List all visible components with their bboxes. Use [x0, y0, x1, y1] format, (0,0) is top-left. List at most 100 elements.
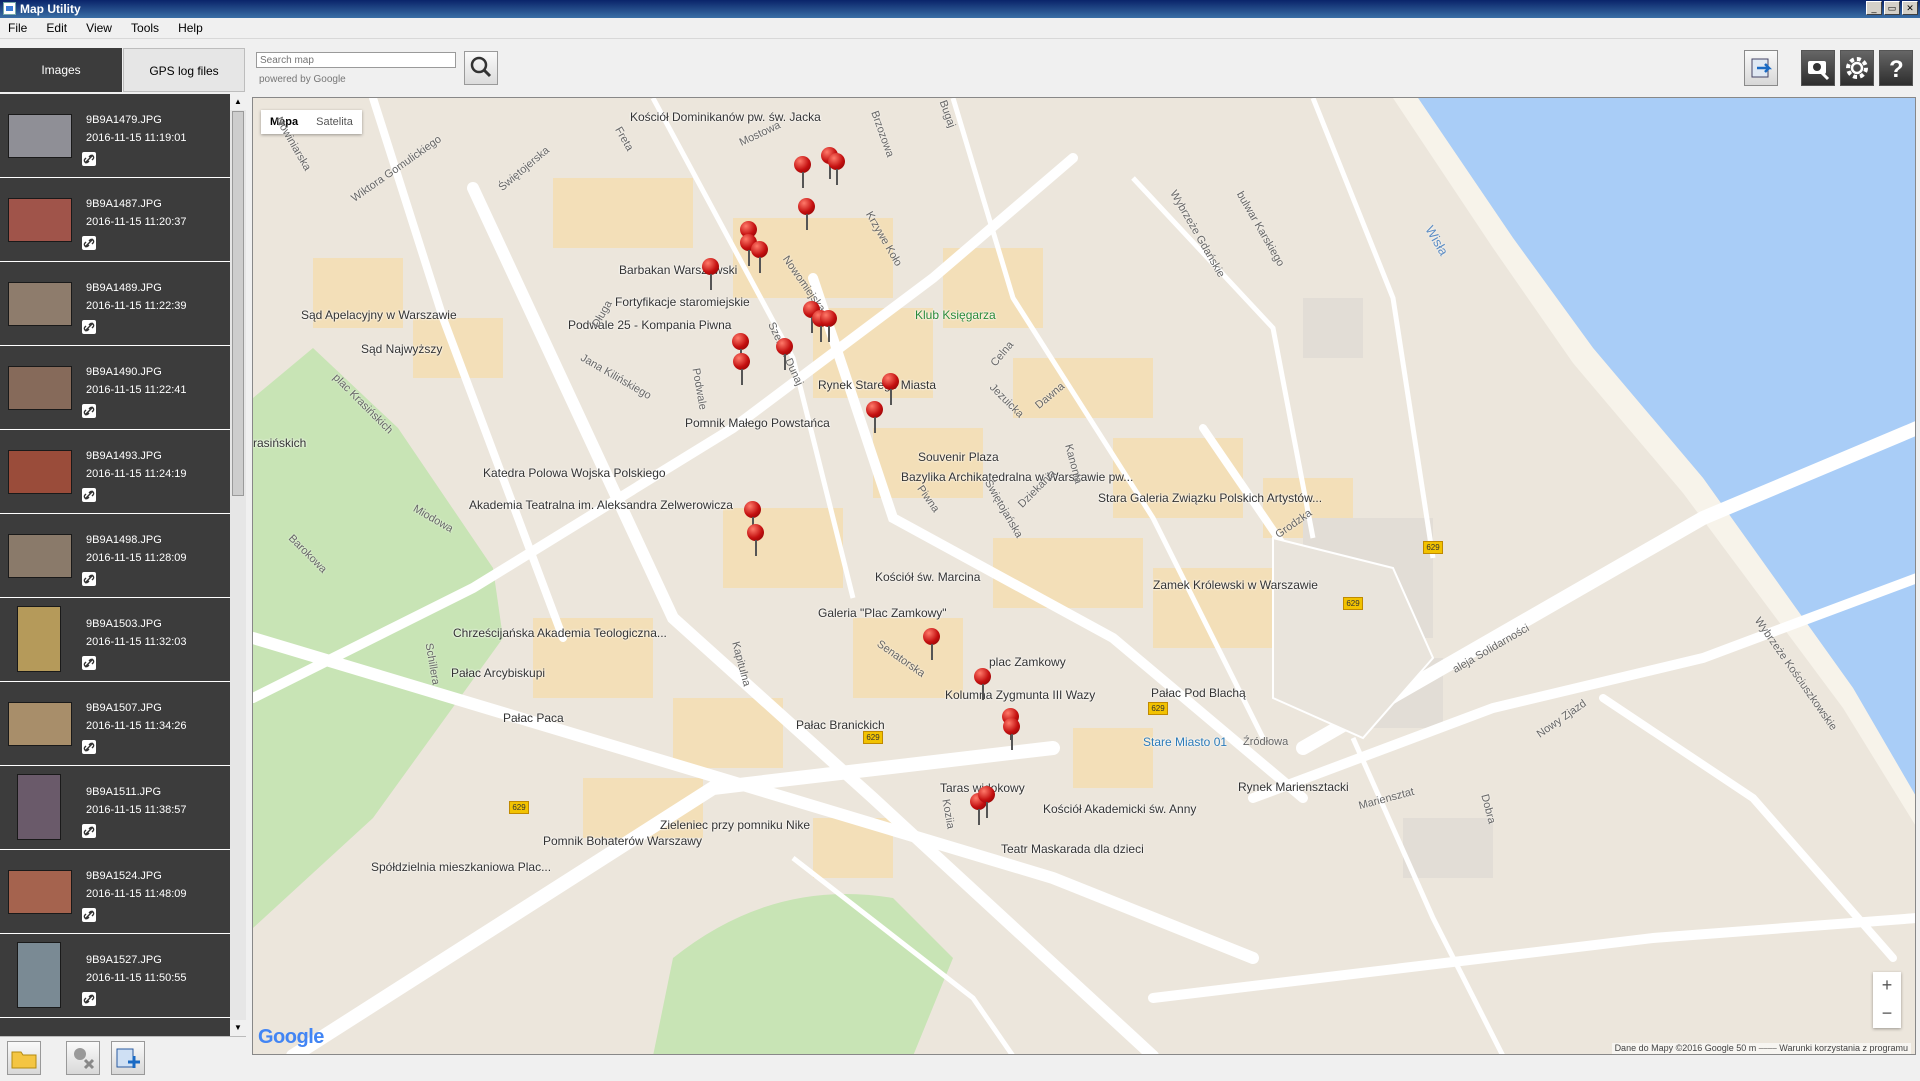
- photo-location-pin[interactable]: [746, 524, 766, 558]
- help-icon: ?: [1889, 56, 1904, 83]
- image-timestamp: 2016-11-15 11:34:26: [86, 720, 187, 732]
- photo-location-pin[interactable]: [819, 310, 839, 344]
- geotag-link-icon[interactable]: [82, 320, 96, 334]
- image-list-item[interactable]: 9B9A1503.JPG 2016-11-15 11:32:03: [0, 598, 230, 682]
- photo-location-pin[interactable]: [775, 338, 795, 372]
- search-input[interactable]: [256, 52, 456, 68]
- close-button[interactable]: ✕: [1902, 1, 1918, 15]
- gear-icon: [1846, 57, 1868, 79]
- image-list-scrollbar[interactable]: ▲ ▼: [230, 94, 246, 1036]
- image-timestamp: 2016-11-15 11:50:55: [86, 972, 187, 984]
- menu-tools[interactable]: Tools: [123, 18, 167, 38]
- image-list-panel: 9B9A1479.JPG 2016-11-15 11:19:01 9B9A1487.…: [0, 94, 246, 1036]
- powered-by-label: powered by Google: [259, 74, 346, 85]
- geotag-link-icon[interactable]: [82, 404, 96, 418]
- image-list-item[interactable]: 9B9A1507.JPG 2016-11-15 11:34:26: [0, 682, 230, 766]
- open-folder-button[interactable]: [7, 1041, 41, 1075]
- photo-location-pin[interactable]: [922, 628, 942, 662]
- menu-help[interactable]: Help: [170, 18, 211, 38]
- geotag-link-icon[interactable]: [82, 992, 96, 1006]
- photo-location-pin[interactable]: [827, 153, 847, 187]
- geotag-link-icon[interactable]: [82, 236, 96, 250]
- map-type-satellite-button[interactable]: Satelita: [307, 110, 362, 134]
- image-thumbnail: [17, 942, 61, 1008]
- minimize-button[interactable]: _: [1866, 1, 1882, 15]
- image-filename: 9B9A1479.JPG: [86, 114, 162, 126]
- menu-bar: File Edit View Tools Help: [0, 18, 1920, 39]
- photo-location-pin[interactable]: [973, 668, 993, 702]
- add-location-button[interactable]: [111, 1041, 145, 1075]
- image-filename: 9B9A1507.JPG: [86, 702, 162, 714]
- maximize-button[interactable]: ▭: [1884, 1, 1900, 15]
- photo-location-pin[interactable]: [797, 198, 817, 232]
- export-button[interactable]: [1744, 50, 1778, 86]
- photo-location-pin[interactable]: [750, 241, 770, 275]
- map-view[interactable]: Mapa Satelita Kościół Dominikanów pw. św…: [252, 97, 1916, 1055]
- photo-location-pin[interactable]: [732, 353, 752, 387]
- title-bar: Map Utility _ ▭ ✕: [0, 0, 1920, 18]
- place-label: rasińskich: [253, 436, 307, 450]
- image-list-item[interactable]: 9B9A1487.JPG 2016-11-15 11:20:37: [0, 178, 230, 262]
- geotag-link-icon[interactable]: [82, 488, 96, 502]
- image-list-item[interactable]: 9B9A1524.JPG 2016-11-15 11:48:09: [0, 850, 230, 934]
- geotag-link-icon[interactable]: [82, 572, 96, 586]
- photo-location-pin[interactable]: [1002, 718, 1022, 752]
- image-filename: 9B9A1489.JPG: [86, 282, 162, 294]
- settings-button[interactable]: [1840, 50, 1874, 86]
- remove-location-icon: [74, 1048, 95, 1070]
- svg-text:?: ?: [1889, 56, 1904, 83]
- image-thumbnail: [8, 870, 72, 914]
- zoom-in-button[interactable]: +: [1873, 972, 1901, 1000]
- image-filename: 9B9A1527.JPG: [86, 954, 162, 966]
- place-label: Spółdzielnia mieszkaniowa Plac...: [371, 860, 552, 874]
- geotag-link-icon[interactable]: [82, 824, 96, 838]
- photo-location-pin[interactable]: [977, 786, 997, 820]
- image-list-item[interactable]: 9B9A1498.JPG 2016-11-15 11:28:09: [0, 514, 230, 598]
- remove-location-button[interactable]: [66, 1041, 100, 1075]
- scroll-thumb[interactable]: [232, 111, 244, 496]
- place-label: plac Zamkowy: [989, 655, 1066, 669]
- image-thumbnail: [8, 366, 72, 410]
- image-list-item[interactable]: 9B9A1489.JPG 2016-11-15 11:22:39: [0, 262, 230, 346]
- geotag-link-icon[interactable]: [82, 908, 96, 922]
- image-timestamp: 2016-11-15 11:20:37: [86, 216, 187, 228]
- image-list-item[interactable]: 9B9A1479.JPG 2016-11-15 11:19:01: [0, 94, 230, 178]
- photo-location-pin[interactable]: [701, 258, 721, 292]
- geotag-button[interactable]: [1801, 50, 1835, 86]
- image-filename: 9B9A1487.JPG: [86, 198, 162, 210]
- image-thumbnail: [17, 774, 61, 840]
- map-attribution[interactable]: Dane do Mapy ©2016 Google 50 m ⎯⎯⎯⎯ Waru…: [1611, 1043, 1911, 1054]
- place-label: Pałac Pod Blachą: [1151, 686, 1246, 700]
- tab-gps-log-files[interactable]: GPS log files: [123, 48, 245, 92]
- help-button[interactable]: ?: [1879, 50, 1913, 86]
- image-list-item[interactable]: 9B9A1511.JPG 2016-11-15 11:38:57: [0, 766, 230, 850]
- geotag-link-icon[interactable]: [82, 740, 96, 754]
- image-filename: 9B9A1511.JPG: [86, 786, 162, 798]
- image-timestamp: 2016-11-15 11:32:03: [86, 636, 187, 648]
- road-number-badge: 629: [1423, 541, 1443, 554]
- photo-location-pin[interactable]: [865, 401, 885, 435]
- geotag-link-icon[interactable]: [82, 656, 96, 670]
- image-list-item[interactable]: 9B9A1493.JPG 2016-11-15 11:24:19: [0, 430, 230, 514]
- geotag-link-icon[interactable]: [82, 152, 96, 166]
- zoom-out-button[interactable]: −: [1873, 1000, 1901, 1028]
- scroll-up-arrow[interactable]: ▲: [230, 94, 246, 110]
- menu-edit[interactable]: Edit: [38, 18, 75, 38]
- menu-file[interactable]: File: [0, 18, 35, 38]
- menu-view[interactable]: View: [78, 18, 120, 38]
- place-label: Akademia Teatralna im. Aleksandra Zelwer…: [469, 498, 733, 512]
- road-number-badge: 629: [1148, 702, 1168, 715]
- tab-images[interactable]: Images: [0, 48, 122, 92]
- road-number-badge: 629: [1343, 597, 1363, 610]
- search-button[interactable]: [464, 51, 498, 85]
- place-label: Kościół św. Marcina: [875, 570, 981, 584]
- photo-location-pin[interactable]: [793, 156, 813, 190]
- add-location-icon: [116, 1048, 140, 1068]
- image-list-item[interactable]: 9B9A1490.JPG 2016-11-15 11:22:41: [0, 346, 230, 430]
- place-label: Kościół Dominikanów pw. św. Jacka: [630, 110, 821, 124]
- place-label: Pałac Paca: [503, 711, 564, 725]
- image-filename: 9B9A1524.JPG: [86, 870, 162, 882]
- scroll-down-arrow[interactable]: ▼: [230, 1020, 246, 1036]
- image-list-item[interactable]: 9B9A1527.JPG 2016-11-15 11:50:55: [0, 934, 230, 1018]
- place-label: Stare Miasto 01: [1143, 735, 1228, 749]
